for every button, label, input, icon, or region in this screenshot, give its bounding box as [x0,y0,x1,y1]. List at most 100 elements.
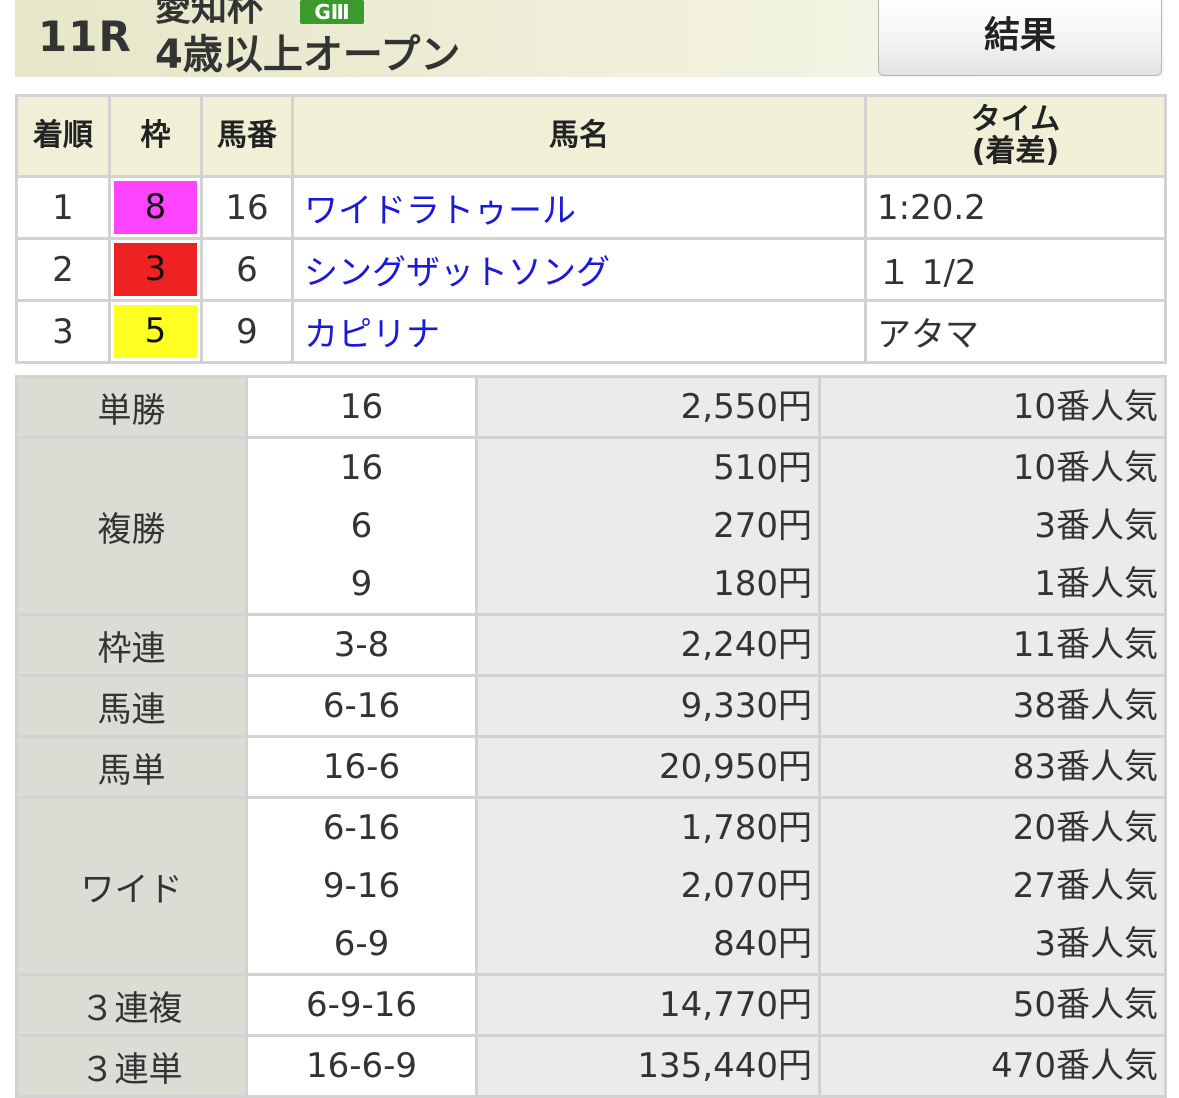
header-rank: 着順 [15,94,111,178]
payout-cell: 135,440円 [475,1034,821,1098]
horse-number-cell: 6 [200,237,294,302]
combo: 9-16 [322,866,401,906]
payout-amount: 2,550円 [680,387,812,427]
payout-amount: 270円 [713,506,812,546]
race-condition: 4歳以上オープン [155,32,461,78]
popularity: 83番人気 [1012,747,1158,787]
result-row: 1 8 16 ワイドラトゥール 1:20.2 [15,175,1167,240]
combo: 6-16 [322,686,401,726]
payout-cell: 1,780円 2,070円 840円 [475,796,821,976]
time-cell: アタマ [864,299,1167,364]
rank-cell: 2 [15,237,111,302]
horse-number-cell: 9 [200,299,294,364]
gate-badge: 3 [114,243,197,296]
header-time: タイム (着差) [864,94,1167,178]
popularity-cell: 50番人気 [818,973,1167,1037]
payout-row-place: 複勝 16 6 9 510円 270円 180円 10番人気 3番人気 1番人気 [15,436,1167,616]
bet-type-quinella: 馬連 [15,674,248,738]
bet-type-trifecta: ３連単 [15,1034,248,1098]
bet-type-exacta: 馬単 [15,735,248,799]
payout-amount: 510円 [713,448,812,488]
combo: 6-9 [333,924,390,964]
payout-amount: 840円 [713,924,812,964]
result-button[interactable]: 結果 [878,0,1162,76]
combo: 3-8 [333,625,390,665]
bet-type-place: 複勝 [15,436,248,616]
payout-amount: 2,240円 [680,625,812,665]
combo: 16-6-9 [305,1046,418,1086]
popularity: 50番人気 [1012,985,1158,1025]
horse-name-link[interactable]: カピリナ [294,307,864,356]
payout-cell: 510円 270円 180円 [475,436,821,616]
popularity: 38番人気 [1012,686,1158,726]
popularity: 10番人気 [1012,448,1158,488]
gate-badge: 8 [114,181,197,234]
grade-badge: GⅢ [300,0,364,24]
result-row: 2 3 6 シングザットソング １ 1/2 [15,237,1167,302]
race-name: 愛知杯 [155,0,264,29]
popularity-cell: 10番人気 3番人気 1番人気 [818,436,1167,616]
bet-type-wide: ワイド [15,796,248,976]
horse-name-cell: シングザットソング [291,237,867,302]
header-horse-name: 馬名 [291,94,867,178]
header-horse-no: 馬番 [200,94,294,178]
gate-cell: 5 [108,299,203,364]
payout-row-trio: ３連複 6-9-16 14,770円 50番人気 [15,973,1167,1037]
rank-cell: 3 [15,299,111,364]
payout-amount: 135,440円 [637,1046,812,1086]
combo: 6-16 [322,808,401,848]
popularity: 470番人気 [991,1046,1158,1086]
combo-cell: 16 [245,375,478,439]
popularity: 20番人気 [1012,808,1158,848]
payout-amount: 180円 [713,564,812,604]
bet-type-win: 単勝 [15,375,248,439]
payout-cell: 9,330円 [475,674,821,738]
header-gate: 枠 [108,94,203,178]
payout-row-exacta: 馬単 16-6 20,950円 83番人気 [15,735,1167,799]
combo: 16 [339,387,384,427]
results-table: 着順 枠 馬番 馬名 タイム (着差) 1 8 16 ワイドラトゥール 1:20… [15,94,1167,364]
combo-cell: 3-8 [245,613,478,677]
gate-badge: 5 [114,305,197,358]
rank-cell: 1 [15,175,111,240]
combo-cell: 16-6 [245,735,478,799]
combo: 6-9-16 [305,985,418,1025]
combo: 16 [339,448,384,488]
popularity: 1番人気 [1034,564,1158,604]
combo-cell: 6-16 9-16 6-9 [245,796,478,976]
combo-cell: 6-9-16 [245,973,478,1037]
payout-cell: 14,770円 [475,973,821,1037]
payout-amount: 1,780円 [680,808,812,848]
horse-name-link[interactable]: シングザットソング [294,245,864,294]
payout-cell: 2,550円 [475,375,821,439]
popularity: 27番人気 [1012,866,1158,906]
combo-cell: 16-6-9 [245,1034,478,1098]
payout-row-quinella: 馬連 6-16 9,330円 38番人気 [15,674,1167,738]
payout-row-wide: ワイド 6-16 9-16 6-9 1,780円 2,070円 840円 20番… [15,796,1167,976]
payout-row-bracket-quinella: 枠連 3-8 2,240円 11番人気 [15,613,1167,677]
popularity: 10番人気 [1012,387,1158,427]
popularity: 11番人気 [1012,625,1158,665]
header-margin-label: (着差) [971,134,1060,169]
gate-cell: 8 [108,175,203,240]
payouts-table: 単勝 16 2,550円 10番人気 複勝 16 6 9 510円 270円 1… [15,375,1167,1098]
horse-number-cell: 16 [200,175,294,240]
bet-type-bracket-quinella: 枠連 [15,613,248,677]
payout-amount: 2,070円 [680,866,812,906]
payout-amount: 9,330円 [680,686,812,726]
popularity-cell: 38番人気 [818,674,1167,738]
payout-row-win: 単勝 16 2,550円 10番人気 [15,375,1167,439]
horse-name-link[interactable]: ワイドラトゥール [294,183,864,232]
payout-amount: 20,950円 [659,747,812,787]
combo: 6 [350,506,373,546]
combo: 9 [350,564,373,604]
popularity-cell: 20番人気 27番人気 3番人気 [818,796,1167,976]
payout-amount: 14,770円 [659,985,812,1025]
payout-row-trifecta: ３連単 16-6-9 135,440円 470番人気 [15,1034,1167,1098]
header-time-label: タイム [970,102,1061,137]
combo-cell: 6-16 [245,674,478,738]
payout-cell: 20,950円 [475,735,821,799]
popularity: 3番人気 [1034,506,1158,546]
gate-cell: 3 [108,237,203,302]
popularity-cell: 11番人気 [818,613,1167,677]
